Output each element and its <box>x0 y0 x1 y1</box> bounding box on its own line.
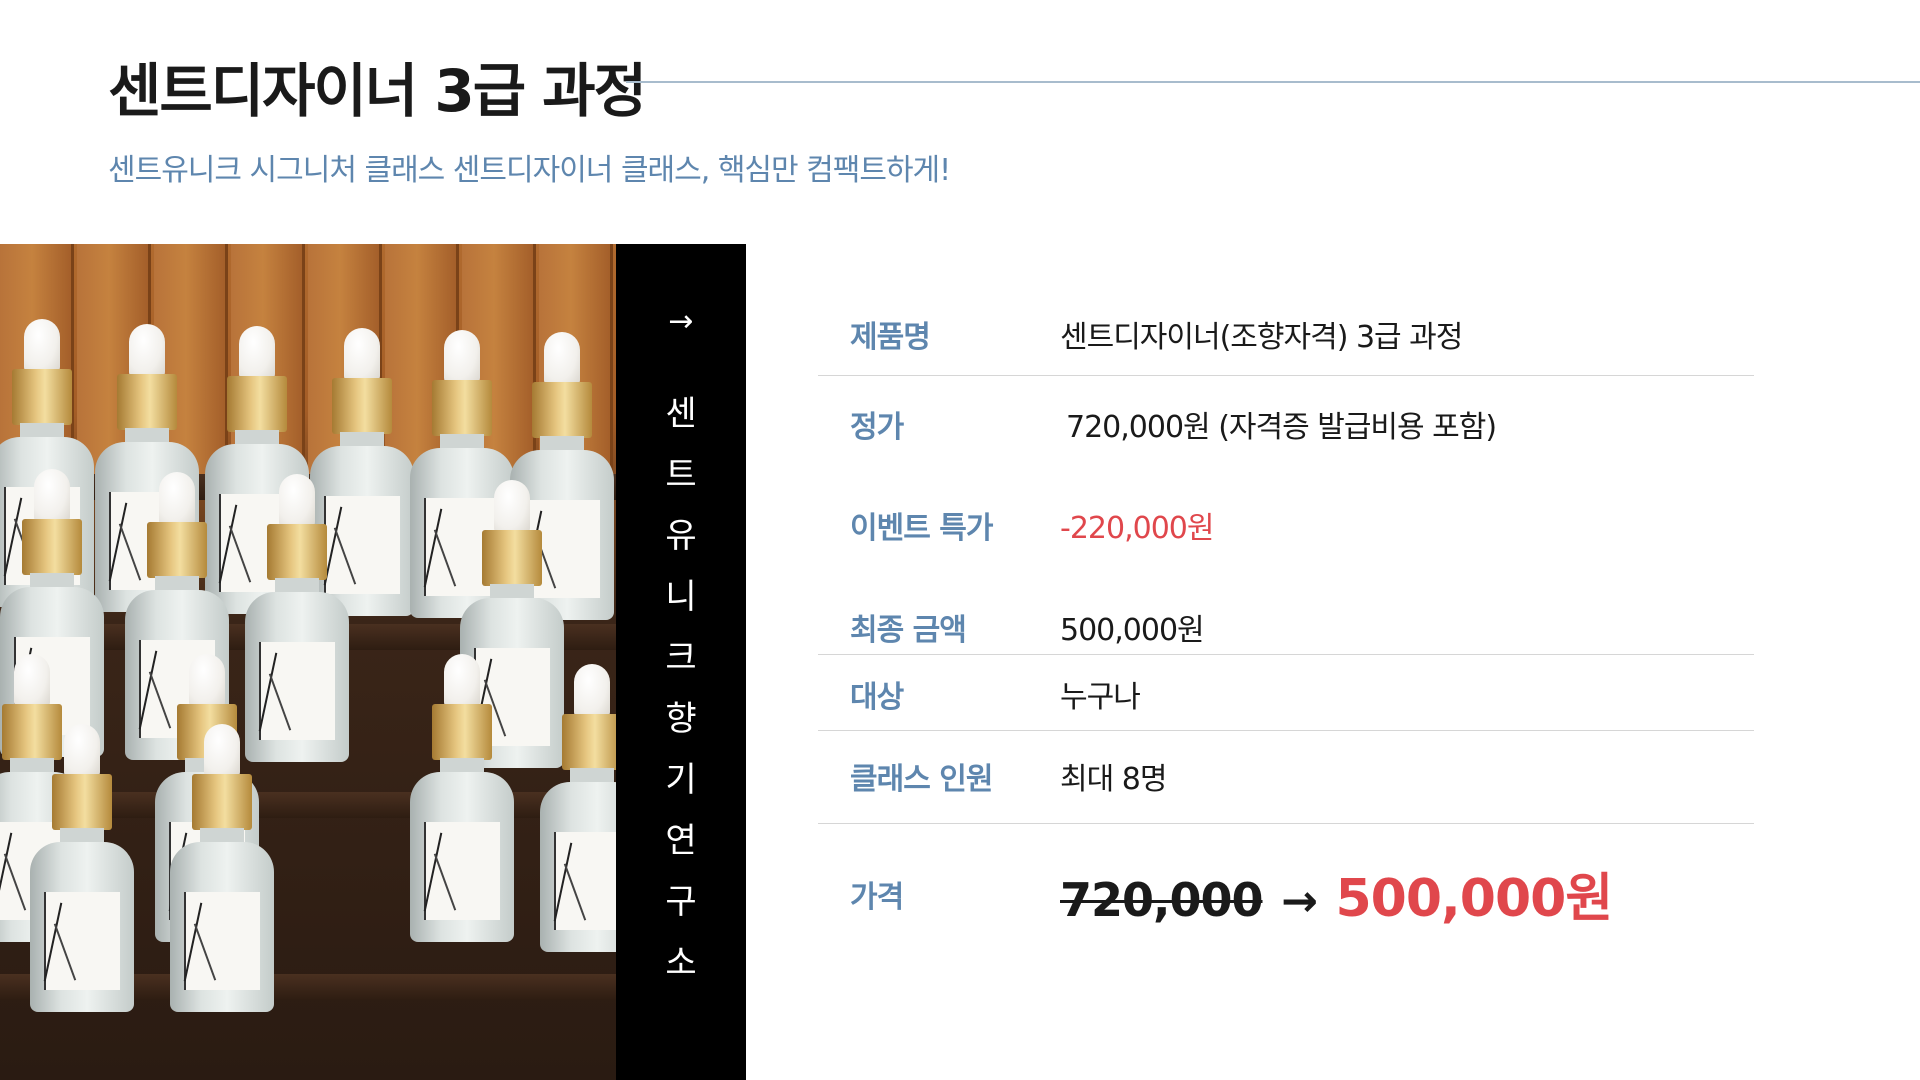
perfume-bottles-photo <box>0 244 616 1080</box>
brand-char: 크 <box>665 638 697 678</box>
brand-char: 향 <box>665 699 697 739</box>
info-label: 이벤트 특가 <box>850 511 993 546</box>
page-subtitle: 센트유니크 시그니처 클래스 센트디자이너 클래스, 핵심만 컴팩트하게! <box>108 153 951 188</box>
info-value: 센트디자이너(조향자격) 3급 과정 <box>1060 320 1463 355</box>
page-title: 센트디자이너 3급 과정 <box>108 57 647 125</box>
brand-char: 센 <box>665 394 697 434</box>
brand-char: 연 <box>665 821 697 861</box>
brand-char: 트 <box>665 455 697 495</box>
final-price: 500,000원 <box>1335 869 1613 929</box>
info-label: 최종 금액 <box>850 613 967 648</box>
original-price: 720,000 <box>1060 873 1264 927</box>
price-comparison: 720,000 → 500,000원 <box>1060 856 1613 931</box>
row-divider <box>818 654 1754 655</box>
info-value: 누구나 <box>1060 680 1141 715</box>
page: 센트디자이너 3급 과정 센트유니크 시그니처 클래스 센트디자이너 클래스, … <box>0 0 1920 1080</box>
vertical-brand-text: 센 트 유 니 크 향 기 연 구 소 <box>616 384 746 994</box>
info-value: 최대 8명 <box>1060 762 1167 797</box>
brand-char: 니 <box>665 577 697 617</box>
info-label: 제품명 <box>850 320 931 355</box>
info-label: 대상 <box>850 680 904 715</box>
info-label: 정가 <box>850 410 904 445</box>
info-label: 클래스 인원 <box>850 762 993 797</box>
arrow-right-icon: → <box>668 304 694 339</box>
info-value: 720,000원 (자격증 발급비용 포함) <box>1066 410 1497 445</box>
discount-value: -220,000원 <box>1060 511 1214 546</box>
row-divider <box>818 823 1754 824</box>
title-divider <box>626 81 1920 83</box>
row-divider <box>818 730 1754 731</box>
arrow-right-icon: → <box>1281 876 1318 927</box>
brand-char: 소 <box>665 943 697 983</box>
brand-char: 기 <box>665 760 697 800</box>
info-label: 가격 <box>850 880 904 915</box>
brand-char: 구 <box>665 882 697 922</box>
row-divider <box>818 375 1754 376</box>
brand-char: 유 <box>665 516 697 556</box>
info-value: 500,000원 <box>1060 613 1205 648</box>
vertical-brand-band: → 센 트 유 니 크 향 기 연 구 소 <box>616 244 746 1080</box>
